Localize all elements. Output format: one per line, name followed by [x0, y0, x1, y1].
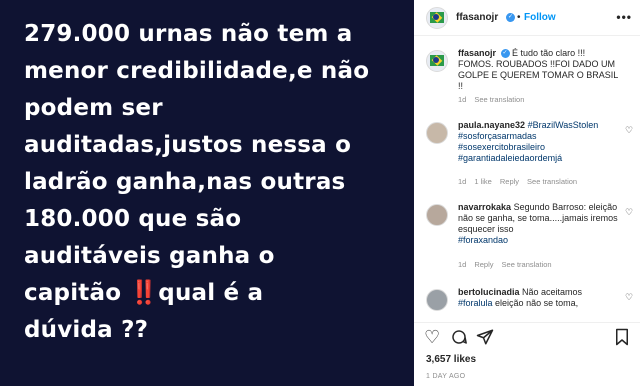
share-icon[interactable] — [476, 328, 494, 349]
comment-text: Não aceitamos — [522, 287, 583, 297]
see-translation-button[interactable]: See translation — [502, 260, 552, 269]
post-time-ago: 1 DAY AGO — [426, 373, 466, 380]
commenter-avatar[interactable] — [426, 122, 448, 144]
comment-body: navarrokaka Segundo Barroso: eleição não… — [458, 202, 618, 246]
comment-body: bertolucinadia Não aceitamos #foralula e… — [458, 287, 618, 309]
comment-item: paula.nayane32 #BrazilWasStolen #sosforç… — [414, 120, 640, 188]
comment-item: navarrokaka Segundo Barroso: eleição não… — [414, 202, 640, 272]
comment-text: eleição não se toma, — [495, 298, 579, 308]
comment-icon[interactable] — [450, 328, 468, 349]
caption-body: ffasanojr ✓ É tudo tão claro !!! FOMOS. … — [458, 48, 618, 92]
caption-time: 1d — [458, 95, 467, 104]
hashtag-link[interactable]: #garantiadaleiedaordemjá — [458, 153, 562, 163]
post-image-text: 279.000 urnas não tem a menor credibilid… — [24, 21, 370, 343]
comment-like-icon[interactable]: ♡ — [625, 126, 634, 135]
double-exclamation-emoji: ‼️ — [129, 280, 159, 306]
verified-badge-icon: ✓ — [500, 49, 510, 59]
comment-body: paula.nayane32 #BrazilWasStolen #sosforç… — [458, 120, 618, 164]
comment-username[interactable]: paula.nayane32 — [458, 120, 525, 130]
comment-like-icon[interactable]: ♡ — [625, 208, 634, 217]
bookmark-icon[interactable] — [614, 328, 630, 349]
likes-count[interactable]: 3,657 likes — [426, 354, 476, 365]
comment-username[interactable]: navarrokaka — [458, 202, 511, 212]
comment-item: bertolucinadia Não aceitamos #foralula e… — [414, 287, 640, 317]
hashtag-link[interactable]: #foralula — [458, 298, 493, 308]
see-translation-button[interactable]: See translation — [527, 177, 577, 186]
comment-likes[interactable]: 1 like — [474, 177, 492, 186]
comment-username[interactable]: bertolucinadia — [458, 287, 520, 297]
like-icon[interactable]: ♡ — [424, 328, 440, 346]
hashtag-link[interactable]: #foraxandao — [458, 235, 508, 245]
commenter-avatar[interactable] — [426, 289, 448, 311]
commenter-avatar[interactable] — [426, 204, 448, 226]
post-image: 279.000 urnas não tem a menor credibilid… — [0, 0, 414, 386]
hashtag-link[interactable]: #sosexercitobrasileiro — [458, 142, 545, 152]
comment-meta: 1d Reply See translation — [458, 260, 552, 269]
hashtag-link[interactable]: #BrazilWasStolen — [528, 120, 599, 130]
caption-see-translation[interactable]: See translation — [474, 95, 524, 104]
post-header: ffasanojr ✓ • Follow ••• — [414, 0, 640, 36]
author-username[interactable]: ffasanojr — [456, 12, 498, 23]
reply-button[interactable]: Reply — [500, 177, 519, 186]
post-sidebar: ffasanojr ✓ • Follow ••• ffasanojr ✓ É t… — [414, 0, 640, 386]
caption-author-avatar[interactable] — [426, 50, 448, 72]
verified-badge-icon: ✓ — [506, 13, 515, 22]
more-options-icon[interactable]: ••• — [616, 10, 632, 24]
header-separator: • — [517, 12, 521, 23]
follow-button[interactable]: Follow — [524, 12, 556, 23]
post-actions-bar: ♡ — [414, 322, 640, 348]
hashtag-link[interactable]: #sosforçasarmadas — [458, 131, 537, 141]
author-avatar[interactable] — [426, 7, 448, 29]
caption-meta: 1d See translation — [458, 95, 532, 104]
reply-button[interactable]: Reply — [474, 260, 493, 269]
caption: ffasanojr ✓ É tudo tão claro !!! FOMOS. … — [414, 48, 640, 106]
comment-meta: 1d 1 like Reply See translation — [458, 177, 578, 186]
caption-username[interactable]: ffasanojr — [458, 48, 496, 58]
comment-like-icon[interactable]: ♡ — [625, 293, 634, 302]
